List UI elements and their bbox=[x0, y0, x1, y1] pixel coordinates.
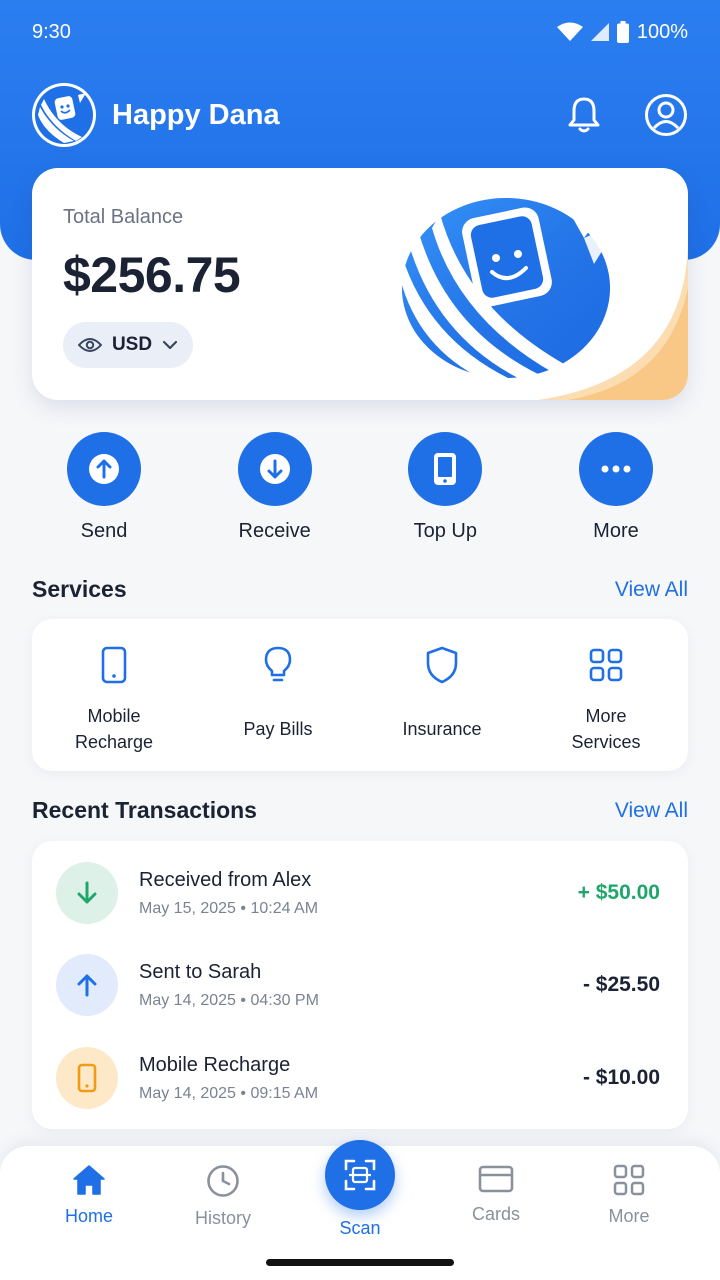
transaction-details: Sent to Sarah May 14, 2025 • 04:30 PM bbox=[139, 961, 319, 1010]
services-view-all-link[interactable]: View All bbox=[615, 578, 688, 602]
app-logo bbox=[32, 83, 96, 147]
send-button[interactable]: Send bbox=[32, 432, 176, 552]
nav-scan-label: Scan bbox=[339, 1218, 381, 1238]
chevron-down-icon bbox=[162, 340, 178, 350]
nav-label: Cards bbox=[471, 1204, 520, 1224]
more-circle bbox=[578, 432, 653, 506]
transactions-view-all-link[interactable]: View All bbox=[615, 799, 688, 823]
eye-icon bbox=[77, 338, 102, 352]
service-label: More Services bbox=[571, 706, 641, 752]
sent-badge bbox=[56, 954, 118, 1016]
status-bar: 9:30 100% bbox=[0, 0, 720, 64]
arrow-down-icon bbox=[77, 881, 97, 904]
service-mobile-recharge[interactable]: Mobile Recharge bbox=[39, 645, 189, 755]
services-title: Services bbox=[32, 576, 127, 602]
clock-icon bbox=[207, 1165, 239, 1197]
receive-button[interactable]: Receive bbox=[203, 432, 347, 552]
send-label: Send bbox=[80, 520, 128, 542]
card-illustration bbox=[400, 198, 688, 400]
bell-icon bbox=[568, 97, 600, 133]
phone-icon bbox=[101, 646, 127, 684]
transaction-details: Received from Alex May 15, 2025 • 10:24 … bbox=[139, 869, 318, 918]
send-circle bbox=[67, 432, 141, 506]
transactions-title: Recent Transactions bbox=[32, 797, 257, 823]
top-up-circle bbox=[408, 432, 483, 506]
nav-home[interactable]: Home bbox=[29, 1164, 149, 1227]
transaction-row[interactable]: Mobile Recharge May 14, 2025 • 09:15 AM … bbox=[32, 1038, 688, 1118]
arrow-up-icon bbox=[89, 454, 119, 484]
nav-label: History bbox=[194, 1208, 251, 1228]
recharge-badge bbox=[56, 1047, 118, 1109]
service-more-services[interactable]: More Services bbox=[531, 645, 681, 755]
brand: Happy Dana bbox=[32, 83, 280, 147]
currency-label: USD bbox=[111, 334, 153, 355]
top-up-button[interactable]: Top Up bbox=[373, 432, 517, 552]
account-icon bbox=[645, 94, 687, 136]
grid-icon bbox=[613, 1164, 645, 1196]
scan-icon bbox=[344, 1159, 376, 1191]
received-badge bbox=[56, 862, 118, 924]
dots-icon bbox=[601, 465, 631, 473]
balance-label: Total Balance bbox=[63, 206, 184, 228]
transaction-details: Mobile Recharge May 14, 2025 • 09:15 AM bbox=[139, 1054, 318, 1103]
receive-circle bbox=[237, 432, 312, 506]
phone-icon bbox=[434, 453, 457, 485]
receive-label: Receive bbox=[238, 520, 311, 542]
nav-label: Home bbox=[64, 1206, 113, 1226]
status-icons: 100% bbox=[556, 20, 688, 44]
transaction-date: May 15, 2025 • 10:24 AM bbox=[139, 899, 319, 917]
shield-icon bbox=[426, 646, 458, 684]
transaction-amount: - $10.00 bbox=[582, 1066, 660, 1089]
nav-cards[interactable]: Cards bbox=[436, 1164, 556, 1225]
quick-actions: Send Receive Top Up More bbox=[32, 432, 688, 552]
signal-icon bbox=[590, 23, 609, 41]
more-actions-button[interactable]: More bbox=[544, 432, 688, 552]
home-indicator bbox=[266, 1259, 454, 1266]
transaction-title: Mobile Recharge bbox=[139, 1053, 291, 1076]
balance-amount: $256.75 bbox=[63, 247, 241, 303]
phone-icon bbox=[77, 1063, 97, 1093]
notifications-button[interactable] bbox=[562, 93, 606, 137]
status-time: 9:30 bbox=[32, 20, 71, 43]
currency-selector[interactable]: USD bbox=[63, 322, 193, 368]
arrow-up-icon bbox=[77, 974, 97, 997]
service-insurance[interactable]: Insurance bbox=[367, 645, 517, 742]
top-up-label: Top Up bbox=[413, 520, 477, 542]
nav-scan-button[interactable] bbox=[325, 1140, 395, 1210]
services-card: Mobile Recharge Pay Bills Insurance More… bbox=[32, 619, 688, 771]
nav-label: More bbox=[608, 1206, 650, 1226]
transaction-amount: - $25.50 bbox=[582, 973, 660, 996]
lightbulb-icon bbox=[264, 646, 292, 682]
battery-icon bbox=[616, 21, 629, 43]
battery-percent: 100% bbox=[636, 20, 688, 43]
transaction-date: May 14, 2025 • 04:30 PM bbox=[139, 991, 319, 1009]
service-label: Mobile Recharge bbox=[74, 706, 154, 752]
header-actions bbox=[562, 93, 688, 137]
service-label: Pay Bills bbox=[243, 719, 313, 739]
transaction-date: May 14, 2025 • 09:15 AM bbox=[139, 1084, 319, 1102]
transaction-amount: + $50.00 bbox=[577, 881, 660, 904]
more-label: More bbox=[593, 520, 639, 542]
nav-more[interactable]: More bbox=[569, 1164, 689, 1227]
service-pay-bills[interactable]: Pay Bills bbox=[203, 645, 353, 742]
app-header: Happy Dana bbox=[32, 82, 688, 148]
transactions-card: Received from Alex May 15, 2025 • 10:24 … bbox=[32, 841, 688, 1129]
transaction-row[interactable]: Sent to Sarah May 14, 2025 • 04:30 PM - … bbox=[32, 945, 688, 1025]
wifi-icon bbox=[556, 22, 583, 41]
transaction-title: Received from Alex bbox=[139, 868, 312, 891]
grid-icon bbox=[589, 648, 623, 682]
balance-card: Total Balance $256.75 USD bbox=[32, 168, 688, 400]
arrow-down-icon bbox=[259, 454, 290, 484]
transaction-row[interactable]: Received from Alex May 15, 2025 • 10:24 … bbox=[32, 853, 688, 933]
home-icon bbox=[73, 1165, 105, 1195]
nav-history[interactable]: History bbox=[163, 1164, 283, 1229]
logo-mark-icon bbox=[35, 86, 93, 144]
profile-button[interactable] bbox=[644, 93, 688, 137]
service-label: Insurance bbox=[402, 719, 482, 739]
app-title: Happy Dana bbox=[112, 98, 280, 131]
card-icon bbox=[478, 1165, 514, 1193]
transaction-title: Sent to Sarah bbox=[139, 960, 262, 983]
